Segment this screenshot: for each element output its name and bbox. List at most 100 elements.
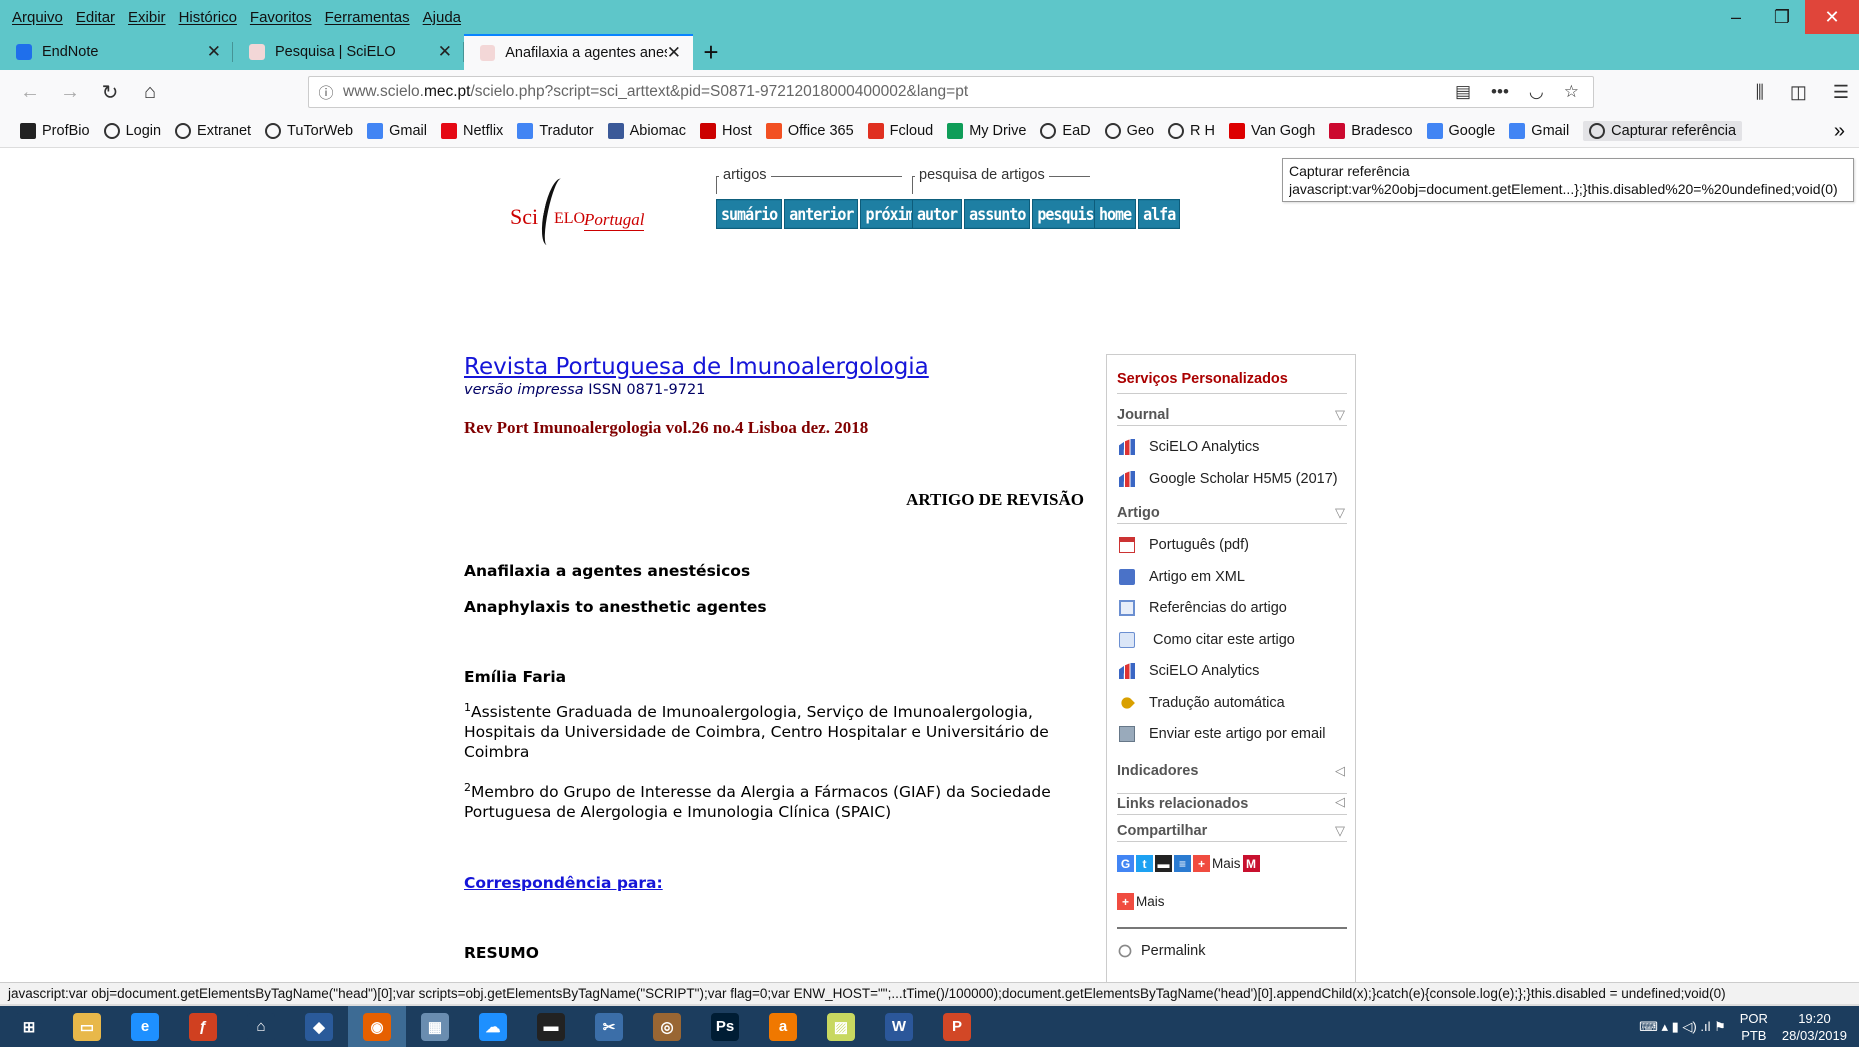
scielo-analytics-article-link[interactable]: SciELO Analytics xyxy=(1119,663,1259,679)
taskbar-app[interactable]: ☁ xyxy=(464,1006,522,1047)
bookmarks-overflow-icon[interactable]: » xyxy=(1834,120,1845,143)
bookmark-item[interactable]: Geo xyxy=(1104,122,1154,139)
menu-item-0[interactable]: Arquivo xyxy=(12,9,63,26)
close-tab-icon[interactable]: ✕ xyxy=(438,42,452,62)
bookmark-item[interactable]: Extranet xyxy=(175,122,251,139)
referencias-link[interactable]: Referências do artigo xyxy=(1119,600,1287,616)
bookmark-item[interactable]: Abiomac xyxy=(607,122,686,139)
scielo-portugal-logo[interactable]: Sci ELO Portugal xyxy=(508,176,658,248)
bookmark-item[interactable]: Google xyxy=(1426,122,1495,139)
menu-item-4[interactable]: Favoritos xyxy=(250,9,312,26)
tab-anafilaxia[interactable]: Anafilaxia a agentes anestésico ✕ xyxy=(464,34,693,70)
bookmark-item[interactable]: Van Gogh xyxy=(1229,122,1315,139)
portugues-pdf-link[interactable]: Português (pdf) xyxy=(1119,537,1249,553)
taskbar-app[interactable]: ▦ xyxy=(406,1006,464,1047)
autor-button[interactable]: autor xyxy=(912,199,963,229)
scielo-analytics-journal-link[interactable]: SciELO Analytics xyxy=(1119,439,1259,455)
mais-share-link-2[interactable]: Mais xyxy=(1136,894,1165,909)
list-share-icon[interactable]: ≡ xyxy=(1174,855,1191,872)
clock[interactable]: 19:20 28/03/2019 xyxy=(1782,1010,1847,1044)
home-button[interactable]: ⌂ xyxy=(130,76,170,108)
traducao-link[interactable]: Tradução automática xyxy=(1119,695,1285,711)
enviar-email-link[interactable]: Enviar este artigo por email xyxy=(1119,726,1326,742)
reload-button[interactable]: ↻ xyxy=(90,76,130,108)
journal-section-toggle[interactable]: Journal ▽ xyxy=(1117,407,1347,426)
menu-item-1[interactable]: Editar xyxy=(76,9,115,26)
delicious-share-icon[interactable]: ▬ xyxy=(1155,855,1172,872)
language-indicator[interactable]: POR PTB xyxy=(1740,1010,1768,1044)
menu-item-2[interactable]: Exibir xyxy=(128,9,166,26)
bookmark-item[interactable]: Gmail xyxy=(1509,122,1569,139)
taskbar-app[interactable]: ▬ xyxy=(522,1006,580,1047)
tray-icons[interactable]: ⌨ ▴ ▮ ◁) .ıl ⚑ xyxy=(1639,1019,1726,1035)
library-icon[interactable]: ⫼ xyxy=(1756,82,1764,103)
restore-button[interactable]: ❐ xyxy=(1759,0,1805,34)
close-window-button[interactable]: ✕ xyxy=(1805,0,1859,34)
menu-item-6[interactable]: Ajuda xyxy=(423,9,461,26)
tab-pesquisa-scielo[interactable]: Pesquisa | SciELO ✕ xyxy=(233,34,464,70)
bookmark-item[interactable]: EaD xyxy=(1040,122,1091,139)
bookmark-item[interactable]: Bradesco xyxy=(1329,122,1413,139)
tab-endnote[interactable]: EndNote ✕ xyxy=(0,34,233,70)
taskbar-app[interactable]: ⊞ xyxy=(0,1006,58,1047)
close-tab-icon[interactable]: ✕ xyxy=(207,42,221,62)
correspondence-link[interactable]: Correspondência para: xyxy=(464,874,663,892)
taskbar-app[interactable]: Ps xyxy=(696,1006,754,1047)
close-tab-icon[interactable]: ✕ xyxy=(667,43,681,63)
indicadores-toggle[interactable]: Indicadores ◁ xyxy=(1117,763,1347,781)
pocket-icon[interactable]: ◡ xyxy=(1529,82,1544,102)
taskbar-app[interactable]: ✂ xyxy=(580,1006,638,1047)
sidebar-icon[interactable]: ◫ xyxy=(1790,82,1807,103)
menu-item-5[interactable]: Ferramentas xyxy=(325,9,410,26)
bookmark-item[interactable]: ProfBio xyxy=(20,122,90,139)
assunto-button[interactable]: assunto xyxy=(964,199,1031,229)
taskbar-app[interactable]: ▨ xyxy=(812,1006,870,1047)
anterior-button[interactable]: anterior xyxy=(784,199,859,229)
alfa-button[interactable]: alfa xyxy=(1138,199,1181,229)
bookmark-item[interactable]: Login xyxy=(103,122,161,139)
taskbar-app[interactable]: W xyxy=(870,1006,928,1047)
compartilhar-toggle[interactable]: Compartilhar ▽ xyxy=(1117,823,1347,842)
bookmark-item[interactable]: Office 365 xyxy=(765,122,854,139)
google-scholar-link[interactable]: Google Scholar H5M5 (2017) xyxy=(1119,471,1338,487)
forward-button[interactable]: → xyxy=(50,76,90,108)
bookmark-item[interactable]: Fcloud xyxy=(867,122,933,139)
taskbar-app[interactable]: e xyxy=(116,1006,174,1047)
links-relacionados-toggle[interactable]: Links relacionados ◁ xyxy=(1117,793,1347,815)
page-actions-icon[interactable]: ••• xyxy=(1491,82,1509,102)
bookmark-item[interactable]: Netflix xyxy=(441,122,503,139)
taskbar-app[interactable]: ◉ xyxy=(348,1006,406,1047)
sumario-button[interactable]: sumário xyxy=(716,199,783,229)
taskbar-app[interactable]: ƒ xyxy=(174,1006,232,1047)
como-citar-link[interactable]: Como citar este artigo xyxy=(1119,632,1295,648)
addthis-icon[interactable]: + xyxy=(1193,855,1210,872)
taskbar-app[interactable]: ◆ xyxy=(290,1006,348,1047)
new-tab-button[interactable]: + xyxy=(693,34,729,70)
taskbar-app[interactable]: ⌂ xyxy=(232,1006,290,1047)
mais-share-link[interactable]: Mais xyxy=(1212,856,1241,871)
taskbar-app[interactable]: a xyxy=(754,1006,812,1047)
taskbar-app[interactable]: ◎ xyxy=(638,1006,696,1047)
menu-item-3[interactable]: Histórico xyxy=(179,9,237,26)
reader-view-icon[interactable]: ▤ xyxy=(1455,82,1471,102)
bookmark-item[interactable]: Host xyxy=(700,122,752,139)
minimize-button[interactable]: – xyxy=(1713,0,1759,34)
addthis-icon[interactable]: + xyxy=(1117,893,1134,910)
bookmark-item[interactable]: Tradutor xyxy=(517,122,594,139)
address-bar[interactable]: ⓘ www.scielo.mec.pt/scielo.php?script=sc… xyxy=(308,76,1594,108)
artigo-section-toggle[interactable]: Artigo ▽ xyxy=(1117,505,1347,524)
bookmark-item[interactable]: Gmail xyxy=(367,122,427,139)
taskbar-app[interactable]: ▭ xyxy=(58,1006,116,1047)
mendeley-share-icon[interactable]: M xyxy=(1242,855,1260,872)
bookmark-item[interactable]: Capturar referência xyxy=(1583,120,1743,141)
bookmark-star-icon[interactable]: ☆ xyxy=(1564,82,1579,102)
home-site-button[interactable]: home xyxy=(1094,199,1137,229)
back-button[interactable]: ← xyxy=(10,76,50,108)
site-info-icon[interactable]: ⓘ xyxy=(309,82,343,103)
artigo-xml-link[interactable]: Artigo em XML xyxy=(1119,569,1245,585)
bookmark-item[interactable]: My Drive xyxy=(947,122,1026,139)
permalink-link[interactable]: Permalink xyxy=(1115,941,1205,961)
bookmark-item[interactable]: R H xyxy=(1168,122,1215,139)
bookmark-item[interactable]: TuTorWeb xyxy=(265,122,353,139)
url-text[interactable]: www.scielo.mec.pt/scielo.php?script=sci_… xyxy=(343,83,1455,101)
